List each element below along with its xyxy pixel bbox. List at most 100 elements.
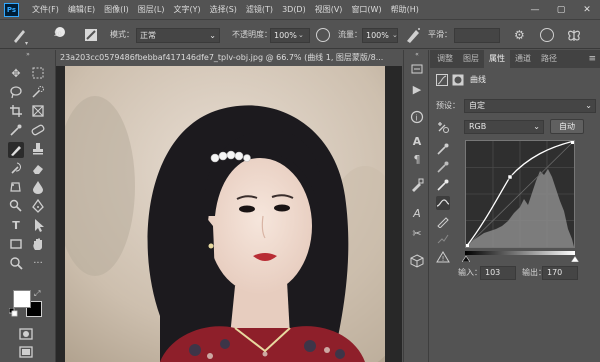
frame-tool-icon[interactable]: [30, 104, 46, 120]
clone-stamp-tool-icon[interactable]: [30, 142, 46, 158]
crop-tool-icon[interactable]: [8, 104, 24, 120]
target-adjust-icon[interactable]: [436, 120, 450, 134]
collapse-toolbar-icon[interactable]: »: [20, 52, 36, 58]
brush-settings-panel-icon[interactable]: [409, 178, 425, 194]
default-colors-icon[interactable]: [8, 307, 18, 317]
tab-paths[interactable]: 路径: [536, 50, 562, 68]
flow-dropdown-arrow[interactable]: ⌄: [392, 21, 398, 49]
info-panel-icon[interactable]: i: [409, 110, 425, 126]
brush-size-picker[interactable]: 20: [48, 21, 72, 49]
window-controls: — ▢ ✕: [522, 0, 600, 20]
rectangle-tool-icon[interactable]: [8, 237, 24, 253]
panel-title: 曲线: [470, 75, 486, 84]
gray-point-eyedropper-icon[interactable]: [436, 160, 450, 174]
move-tool-icon[interactable]: ✥: [8, 66, 24, 82]
swap-colors-icon[interactable]: ⤢: [34, 289, 44, 299]
smooth-input[interactable]: [454, 28, 500, 43]
menu-3d[interactable]: 3D(D): [282, 0, 306, 20]
actions-panel-icon[interactable]: ▶: [409, 82, 425, 98]
curves-graph[interactable]: [465, 140, 575, 248]
panel-menu-icon[interactable]: ≡: [588, 50, 596, 68]
path-selection-tool-icon[interactable]: [30, 218, 46, 234]
blur-tool-icon[interactable]: [30, 180, 46, 196]
pressure-size-icon[interactable]: [540, 28, 554, 42]
auto-button[interactable]: 自动: [550, 119, 584, 134]
collapse-dock-icon[interactable]: «: [409, 52, 425, 58]
lasso-tool-icon[interactable]: [8, 85, 24, 101]
quick-mask-icon[interactable]: [18, 327, 34, 343]
eraser-tool-icon[interactable]: [30, 161, 46, 177]
menu-edit[interactable]: 编辑(E): [68, 0, 95, 20]
menu-file[interactable]: 文件(F): [32, 0, 59, 20]
clipping-warning-icon[interactable]: !: [436, 250, 450, 264]
close-window-button[interactable]: ✕: [574, 0, 600, 20]
tab-properties[interactable]: 属性: [484, 50, 510, 68]
output-field[interactable]: 170: [542, 266, 578, 280]
symmetry-button[interactable]: [566, 21, 582, 49]
menu-help[interactable]: 帮助(H): [391, 0, 419, 20]
type-tool-icon[interactable]: T: [8, 218, 24, 234]
menu-filter[interactable]: 滤镜(T): [246, 0, 273, 20]
preset-select[interactable]: 自定 ⌄: [464, 99, 596, 113]
menu-window[interactable]: 窗口(W): [351, 0, 381, 20]
photoshop-logo: Ps: [4, 3, 19, 17]
spot-healing-tool-icon[interactable]: [30, 123, 46, 139]
input-field[interactable]: 103: [480, 266, 516, 280]
tab-adjustments[interactable]: 调整: [432, 50, 458, 68]
glyphs-panel-icon[interactable]: A: [409, 206, 425, 222]
quick-select-tool-icon[interactable]: [30, 85, 46, 101]
black-point-slider[interactable]: [461, 255, 471, 263]
pressure-opacity-icon[interactable]: [316, 28, 330, 42]
zoom-tool-icon[interactable]: [8, 256, 24, 272]
options-bar: ▾ 20 模式： 正常 ⌄ 不透明度： 100% ⌄ 流量： 100% ⌄ 平滑…: [0, 21, 600, 49]
maximize-button[interactable]: ▢: [548, 0, 574, 20]
tab-layers[interactable]: 图层: [458, 50, 484, 68]
curves-adjustment-icon: [436, 74, 448, 86]
gradient-tool-icon[interactable]: [8, 180, 24, 196]
input-gradient-bar: [465, 251, 575, 255]
menu-select[interactable]: 选择(S): [210, 0, 237, 20]
menu-view[interactable]: 视图(V): [315, 0, 343, 20]
foreground-color-swatch[interactable]: [13, 290, 31, 308]
channel-select[interactable]: RGB ⌄: [464, 120, 544, 134]
dodge-tool-icon[interactable]: [8, 199, 24, 215]
gear-icon[interactable]: ⚙: [514, 21, 528, 49]
menu-layer[interactable]: 图层(L): [138, 0, 165, 20]
foreground-color-fill: [14, 291, 30, 307]
menu-image[interactable]: 图像(I): [104, 0, 129, 20]
menu-type[interactable]: 文字(Y): [173, 0, 200, 20]
minimize-button[interactable]: —: [522, 0, 548, 20]
brush-settings-button[interactable]: [84, 21, 98, 49]
curve-draw-pencil-icon[interactable]: [436, 214, 450, 229]
opacity-input[interactable]: 100%: [270, 28, 310, 43]
white-point-slider[interactable]: [570, 255, 580, 263]
brush-panel-icon: [85, 29, 97, 41]
eyedropper-tool-icon[interactable]: [8, 123, 24, 139]
character-panel-icon[interactable]: A: [409, 134, 425, 150]
document-tab-bar: 23a203cc0579486fbebbaf417146dfe7_tplv-ob…: [56, 50, 402, 66]
white-point-eyedropper-icon[interactable]: [436, 178, 450, 192]
brush-tool-preset-button[interactable]: ▾: [8, 21, 30, 49]
chevron-down-icon: ⌄: [585, 101, 592, 110]
marquee-tool-icon[interactable]: [30, 66, 46, 82]
more-tools-icon[interactable]: ···: [30, 256, 46, 272]
pen-tool-icon[interactable]: [30, 198, 46, 215]
layer-mask-icon[interactable]: [452, 74, 464, 86]
black-point-eyedropper-icon[interactable]: [436, 142, 450, 156]
history-panel-icon[interactable]: [409, 62, 425, 78]
curve-edit-points-icon[interactable]: [436, 196, 450, 210]
brush-tool-icon[interactable]: [8, 142, 24, 158]
screen-mode-icon[interactable]: [18, 345, 34, 361]
tab-channels[interactable]: 通道: [510, 50, 536, 68]
history-brush-tool-icon[interactable]: [8, 161, 24, 177]
mode-select[interactable]: 正常 ⌄: [136, 28, 220, 43]
document-tab[interactable]: 23a203cc0579486fbebbaf417146dfe7_tplv-ob…: [56, 50, 402, 66]
paragraph-panel-icon[interactable]: ¶: [409, 152, 425, 168]
airbrush-button[interactable]: [404, 21, 422, 49]
3d-panel-icon[interactable]: [409, 254, 425, 270]
hand-tool-icon[interactable]: [30, 237, 46, 253]
tool-presets-icon[interactable]: ✂: [409, 226, 425, 242]
canvas-area[interactable]: [56, 66, 402, 362]
smooth-curve-icon[interactable]: [436, 232, 450, 246]
opacity-dropdown-arrow[interactable]: ⌄: [298, 21, 304, 49]
